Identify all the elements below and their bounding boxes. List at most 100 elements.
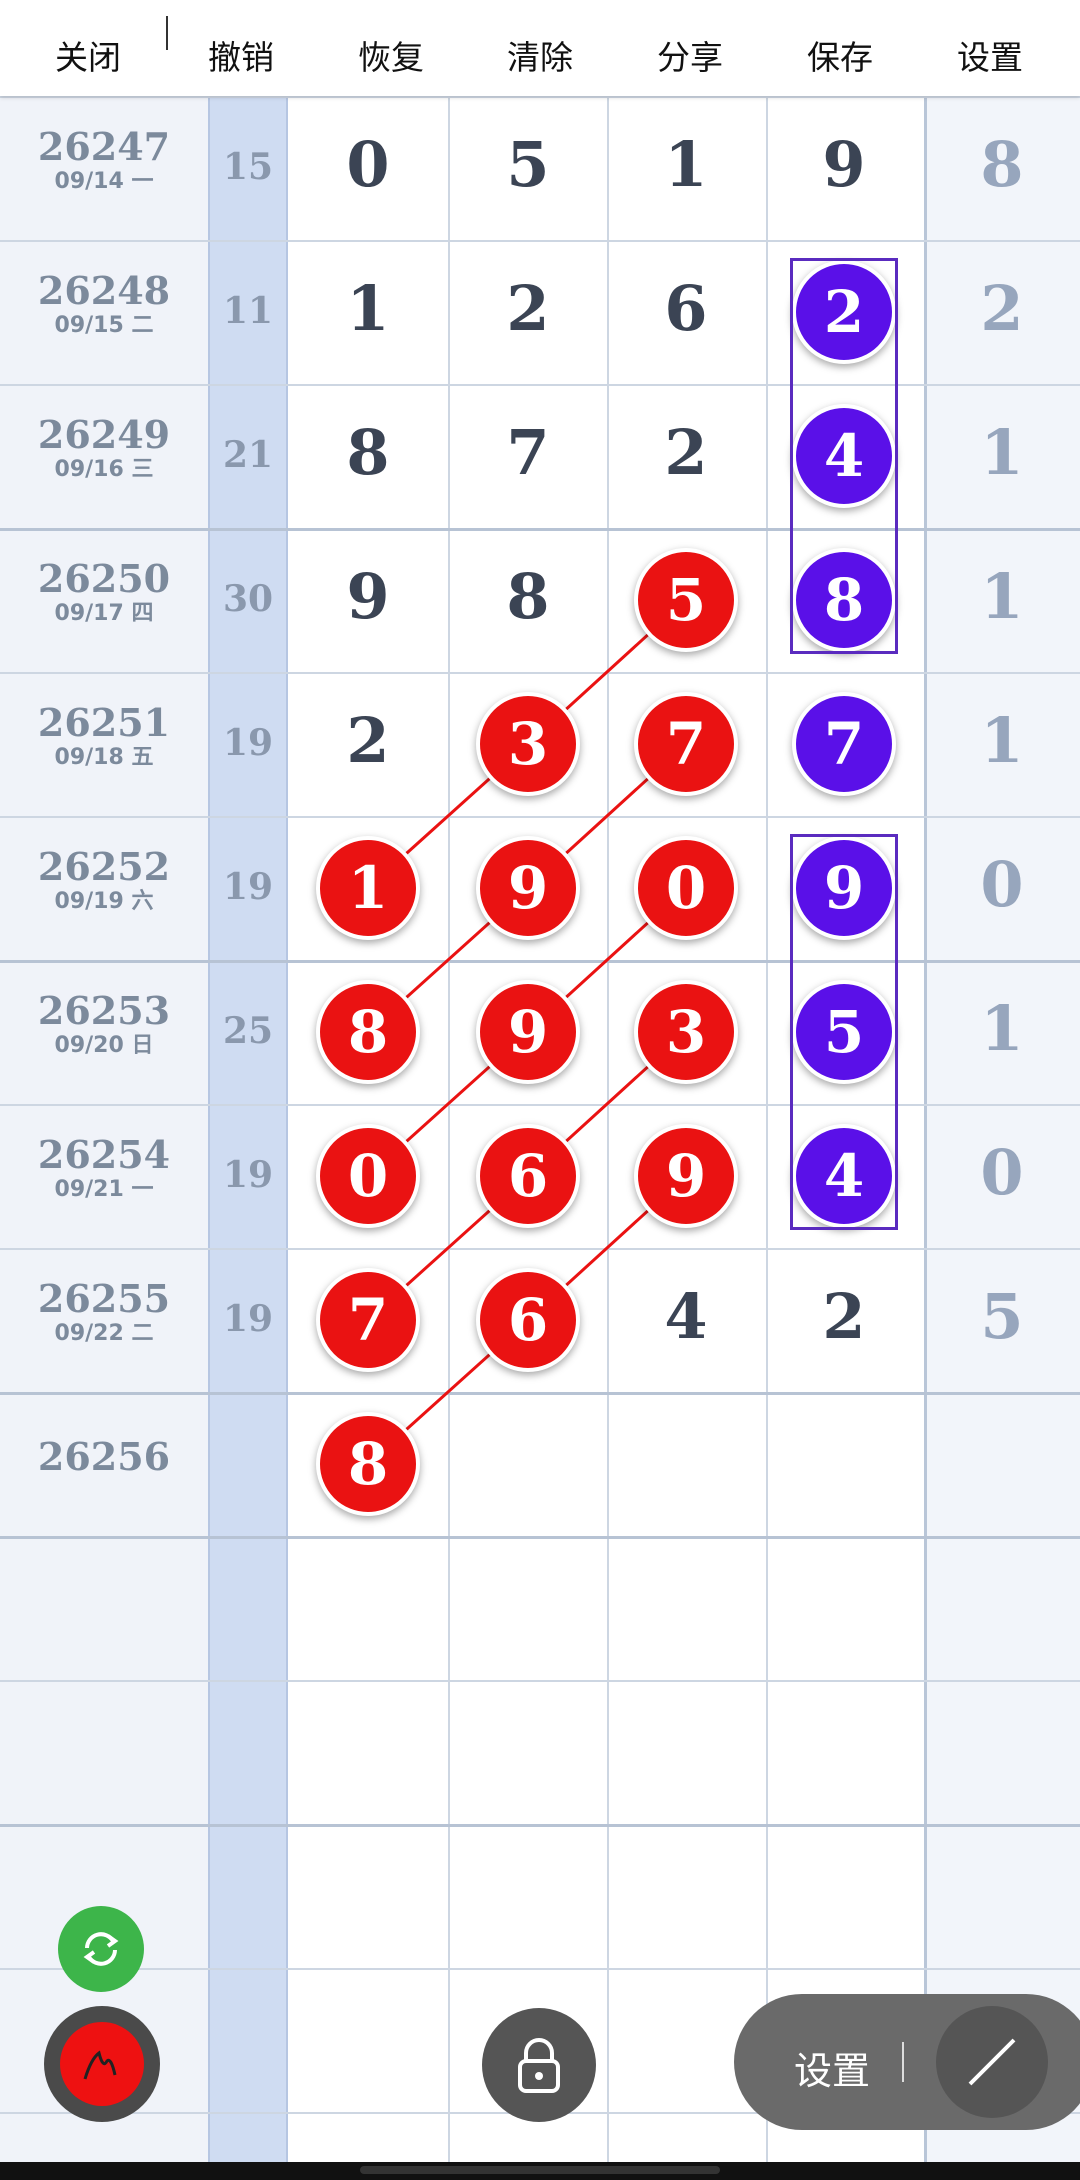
row-divider	[0, 240, 1080, 242]
issue-cell: 26253 09/20 日	[0, 990, 208, 1060]
sum-value: 19	[222, 1298, 274, 1340]
highlighted-number-ball[interactable]: 7	[792, 692, 896, 796]
issue-number: 26255	[37, 1276, 171, 1321]
share-label: 分享	[657, 38, 723, 77]
clear-button[interactable]: 清除	[475, 0, 605, 96]
row-divider	[0, 1536, 1080, 1539]
last-digit-cell: 1	[980, 560, 1024, 633]
row-divider	[0, 1248, 1080, 1250]
number-cell[interactable]: 2	[289, 704, 447, 777]
issue-number: 26248	[37, 268, 171, 313]
pen-color-button[interactable]	[44, 2006, 160, 2122]
highlighted-number-ball[interactable]: 8	[316, 1412, 420, 1516]
highlighted-number-ball[interactable]: 9	[634, 1124, 738, 1228]
top-toolbar: 关闭 撤销 恢复 清除 分享 保存 设置	[0, 0, 1080, 96]
issue-cell: 26254 09/21 一	[0, 1134, 208, 1204]
row-divider	[0, 816, 1080, 818]
highlighted-number-ball[interactable]: 6	[476, 1124, 580, 1228]
number-cell[interactable]: 2	[449, 272, 607, 345]
share-button[interactable]: 分享	[625, 0, 755, 96]
sum-value: 15	[222, 146, 274, 188]
sum-value: 25	[222, 1010, 274, 1052]
last-digit-cell: 0	[980, 1136, 1024, 1209]
lock-button[interactable]	[482, 2008, 596, 2122]
issue-cell: 26249 09/16 三	[0, 414, 208, 484]
settings-label: 设置	[957, 38, 1023, 77]
last-digit-cell: 1	[980, 416, 1024, 489]
column-divider	[766, 96, 768, 2180]
highlighted-number-ball[interactable]: 7	[316, 1268, 420, 1372]
sum-value: 19	[222, 722, 274, 764]
issue-cell: 26250 09/17 四	[0, 558, 208, 628]
highlighted-number-ball[interactable]: 6	[476, 1268, 580, 1372]
save-label: 保存	[807, 38, 873, 77]
pill-divider	[902, 2042, 904, 2082]
highlighted-number-ball[interactable]: 3	[476, 692, 580, 796]
selection-box	[790, 258, 898, 654]
issue-cell: 26256	[0, 1436, 208, 1478]
number-cell[interactable]: 1	[607, 128, 765, 201]
pen-color-swatch	[60, 2022, 144, 2106]
issue-date: 09/21 一	[54, 1177, 154, 1202]
column-divider	[607, 96, 609, 2180]
draw-settings-pill: 设置	[734, 1994, 1080, 2130]
redo-button[interactable]: 恢复	[326, 0, 456, 96]
issue-date: 09/16 三	[54, 457, 154, 482]
highlighted-number-ball[interactable]: 9	[476, 980, 580, 1084]
last-digit-cell: 0	[980, 848, 1024, 921]
issue-date: 09/15 二	[54, 313, 154, 338]
highlighted-number-ball[interactable]: 9	[476, 836, 580, 940]
save-button[interactable]: 保存	[775, 0, 905, 96]
number-cell[interactable]: 5	[449, 128, 607, 201]
number-cell[interactable]: 2	[765, 1280, 923, 1353]
highlighted-number-ball[interactable]: 0	[316, 1124, 420, 1228]
issue-number: 26251	[37, 700, 171, 745]
issue-number: 26254	[37, 1132, 171, 1177]
sum-column	[208, 96, 288, 2180]
highlighted-number-ball[interactable]: 7	[634, 692, 738, 796]
issue-number: 26252	[37, 844, 171, 889]
issue-date: 09/20 日	[54, 1033, 154, 1058]
number-cell[interactable]: 4	[607, 1280, 765, 1353]
settings-button[interactable]: 设置	[925, 0, 1055, 96]
issue-date: 09/19 六	[54, 889, 154, 914]
number-cell[interactable]: 9	[289, 560, 447, 633]
refresh-button[interactable]	[58, 1906, 144, 1992]
sum-value: 19	[222, 866, 274, 908]
refresh-icon	[83, 1932, 119, 1966]
number-cell[interactable]: 7	[449, 416, 607, 489]
highlighted-number-ball[interactable]: 1	[316, 836, 420, 940]
row-divider	[0, 528, 1080, 531]
number-cell[interactable]: 1	[289, 272, 447, 345]
number-cell[interactable]: 6	[607, 272, 765, 345]
number-cell[interactable]: 9	[765, 128, 923, 201]
column-divider	[448, 96, 450, 2180]
undo-button[interactable]: 撤销	[176, 0, 306, 96]
issue-date: 09/17 四	[54, 601, 154, 626]
draw-settings-button[interactable]: 设置	[794, 2040, 870, 2095]
last-digit-cell: 8	[980, 128, 1024, 201]
issue-number: 26250	[37, 556, 171, 601]
toolbar-divider	[166, 16, 168, 50]
highlighted-number-ball[interactable]: 8	[316, 980, 420, 1084]
issue-date: 09/18 五	[54, 745, 154, 770]
close-button[interactable]: 关闭	[23, 0, 153, 96]
number-cell[interactable]: 8	[289, 416, 447, 489]
issue-cell: 26252 09/19 六	[0, 846, 208, 916]
number-cell[interactable]: 2	[607, 416, 765, 489]
sum-value: 21	[222, 434, 274, 476]
last-digit-cell: 2	[980, 272, 1024, 345]
number-cell[interactable]: 8	[449, 560, 607, 633]
sum-value: 19	[222, 1154, 274, 1196]
highlighted-number-ball[interactable]: 0	[634, 836, 738, 940]
highlighted-number-ball[interactable]: 3	[634, 980, 738, 1084]
issue-cell: 26248 09/15 二	[0, 270, 208, 340]
row-divider	[0, 960, 1080, 963]
number-cell[interactable]: 0	[289, 128, 447, 201]
sum-value: 30	[222, 578, 274, 620]
highlighted-number-ball[interactable]: 5	[634, 548, 738, 652]
close-label: 关闭	[55, 38, 121, 77]
issue-number: 26249	[37, 412, 171, 457]
draw-line-button[interactable]	[936, 2006, 1048, 2118]
issue-cell: 26247 09/14 一	[0, 126, 208, 196]
